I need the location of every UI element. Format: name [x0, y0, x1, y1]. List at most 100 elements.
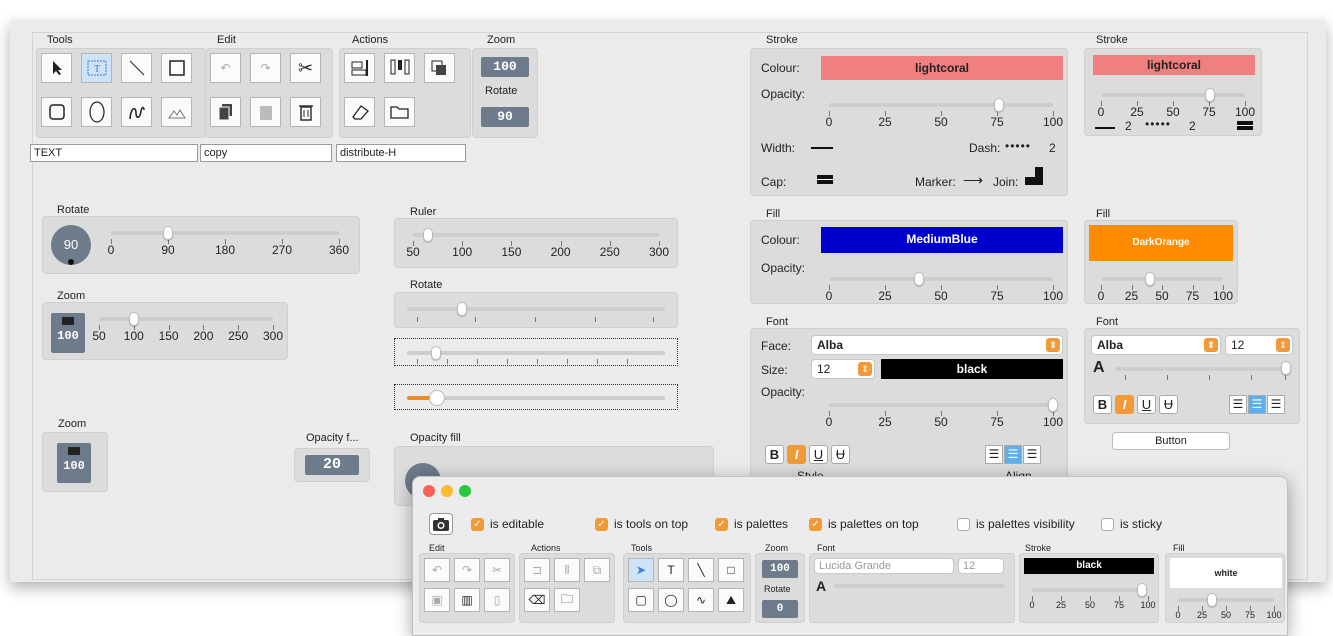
dialog-fill-swatch[interactable]: white [1170, 558, 1282, 588]
font-colour-swatch[interactable]: black [881, 359, 1063, 379]
dialog-arrow-tool[interactable]: ➤ [628, 558, 654, 582]
camera-button[interactable] [429, 513, 453, 535]
align-left-button[interactable]: ☰ [985, 445, 1003, 464]
dialog-fill-opacity[interactable]: 0 25 50 75 100 [1174, 590, 1282, 620]
marker-arrow-icon[interactable]: ⟶ [963, 172, 983, 189]
dialog-font-size-select[interactable]: 12 [958, 558, 1004, 574]
dialog-layers-button[interactable]: ⧉ [584, 558, 610, 582]
font-small-bold-button[interactable]: B [1093, 395, 1112, 414]
dialog-cut-button[interactable]: ✂ [484, 558, 510, 582]
line-tool-button[interactable] [121, 53, 152, 83]
dialog-stroke-swatch[interactable]: black [1024, 558, 1154, 574]
font-face-select[interactable]: Alba ⇕ [811, 335, 1063, 355]
stroke-small-dash-icon[interactable]: ••••• [1145, 117, 1171, 131]
checkbox-1[interactable]: ✓ [595, 518, 608, 531]
dotted-slider-1-thumb[interactable] [431, 346, 441, 360]
dotted-slider-2[interactable] [394, 384, 678, 410]
image-tool-button[interactable] [161, 97, 192, 127]
slider-thumb[interactable] [913, 272, 924, 286]
slider-thumb[interactable] [994, 98, 1005, 112]
dialog-delete-button[interactable]: ▯ [484, 588, 510, 612]
dialog-paste-button[interactable]: ▥ [454, 588, 480, 612]
align-center-button[interactable]: ☰ [1004, 445, 1022, 464]
strikethrough-button[interactable]: Ʉ [831, 445, 850, 464]
fill-small-opacity-slider[interactable]: 0 25 50 75 100 [1095, 265, 1233, 303]
dialog-oval-tool[interactable]: ◯ [658, 588, 684, 612]
dialog-copy-button[interactable]: ▣ [424, 588, 450, 612]
dialog-font-face-select[interactable]: Lucida Grande [814, 558, 954, 574]
font-small-italic-button[interactable]: I [1115, 395, 1134, 414]
font-small-align-left[interactable]: ☰ [1229, 395, 1247, 414]
slider-thumb[interactable] [128, 312, 139, 326]
dialog-rect-tool[interactable]: □ [718, 558, 744, 582]
mid-rotate-thumb[interactable] [457, 302, 467, 316]
delete-button[interactable] [290, 97, 321, 127]
ruler-slider[interactable]: 50 100 150 200 250 300 [406, 219, 669, 267]
edit-action-field[interactable]: copy [200, 144, 332, 162]
zoom-window-button[interactable] [459, 485, 471, 497]
font-small-face-select[interactable]: Alba ⇕ [1091, 335, 1221, 355]
dialog-freehand-tool[interactable]: ∿ [688, 588, 714, 612]
arrow-tool-button[interactable] [41, 53, 72, 83]
dialog-distribute-button[interactable]: ⫴ [554, 558, 580, 582]
checkbox-3[interactable]: ✓ [809, 518, 822, 531]
slider-thumb[interactable] [163, 226, 173, 240]
minimize-window-button[interactable] [441, 485, 453, 497]
paste-button[interactable] [250, 97, 281, 127]
dialog-roundrect-tool[interactable]: ▢ [628, 588, 654, 612]
distribute-button[interactable] [384, 53, 415, 83]
stroke-small-cap-icon[interactable] [1237, 121, 1253, 130]
slider-thumb[interactable] [1205, 88, 1216, 102]
align-button[interactable] [344, 53, 375, 83]
font-small-strike-button[interactable]: Ʉ [1159, 395, 1178, 414]
redo-button[interactable]: ↷ [250, 53, 281, 83]
demo-button[interactable]: Button [1112, 432, 1230, 450]
stroke-small-swatch[interactable]: lightcoral [1093, 55, 1255, 75]
bold-button[interactable]: B [765, 445, 784, 464]
stroke-width-icon[interactable] [811, 147, 833, 149]
stroke-small-opacity-slider[interactable]: 0 25 50 75 100 [1095, 79, 1255, 119]
fill-small-swatch[interactable]: DarkOrange [1089, 225, 1233, 261]
dialog-eraser-button[interactable]: ⌫ [524, 588, 550, 612]
dotted-slider-1[interactable] [394, 338, 678, 366]
rotate-slider[interactable]: 0 90 180 270 360 [105, 217, 349, 273]
cut-button[interactable]: ✂ [290, 53, 321, 83]
stroke-opacity-slider[interactable]: 0 25 50 75 100 [823, 87, 1063, 129]
slider-thumb[interactable] [1137, 583, 1148, 597]
tool-name-field[interactable]: TEXT [30, 144, 198, 162]
join-icon[interactable] [1023, 165, 1045, 187]
dialog-stroke-opacity[interactable]: 0 25 50 75 100 [1028, 580, 1156, 610]
dialog-text-tool[interactable]: T [658, 558, 684, 582]
undo-button[interactable]: ↶ [210, 53, 241, 83]
dialog-undo-button[interactable]: ↶ [424, 558, 450, 582]
folder-button[interactable] [384, 97, 415, 127]
font-opacity-slider[interactable]: 0 25 50 75 100 [823, 387, 1063, 429]
stroke-colour-swatch[interactable]: lightcoral [821, 56, 1063, 80]
rect-tool-button[interactable] [161, 53, 192, 83]
checkbox-2[interactable]: ✓ [715, 518, 728, 531]
dotted-slider-2-thumb[interactable] [429, 390, 445, 406]
font-small-align-right[interactable]: ☰ [1267, 395, 1285, 414]
oval-tool-button[interactable] [81, 97, 112, 127]
dialog-image-tool[interactable]: ⛰ [718, 588, 744, 612]
fill-opacity-slider[interactable]: 0 25 50 75 100 [823, 261, 1063, 303]
close-window-button[interactable] [423, 485, 435, 497]
copy-button[interactable] [210, 97, 241, 127]
fill-colour-swatch[interactable]: MediumBlue [821, 227, 1063, 253]
underline-button[interactable]: U [809, 445, 828, 464]
dialog-line-tool[interactable]: ╲ [688, 558, 714, 582]
text-tool-button[interactable]: T [81, 53, 112, 83]
checkbox-5[interactable] [1101, 518, 1114, 531]
dialog-align-button[interactable]: ⊐ [524, 558, 550, 582]
slider-thumb[interactable] [1206, 593, 1217, 607]
action-name-field[interactable]: distribute-H [336, 144, 466, 162]
align-right-button[interactable]: ☰ [1023, 445, 1041, 464]
zoom-slider[interactable]: 50 100 150 200 250 300 [92, 303, 283, 359]
font-small-align-center[interactable]: ☰ [1248, 395, 1266, 414]
italic-button[interactable]: I [787, 445, 806, 464]
checkbox-0[interactable]: ✓ [471, 518, 484, 531]
layer-order-button[interactable] [424, 53, 455, 83]
eraser-button[interactable] [344, 97, 375, 127]
slider-thumb[interactable] [1144, 272, 1155, 286]
checkbox-4[interactable] [957, 518, 970, 531]
